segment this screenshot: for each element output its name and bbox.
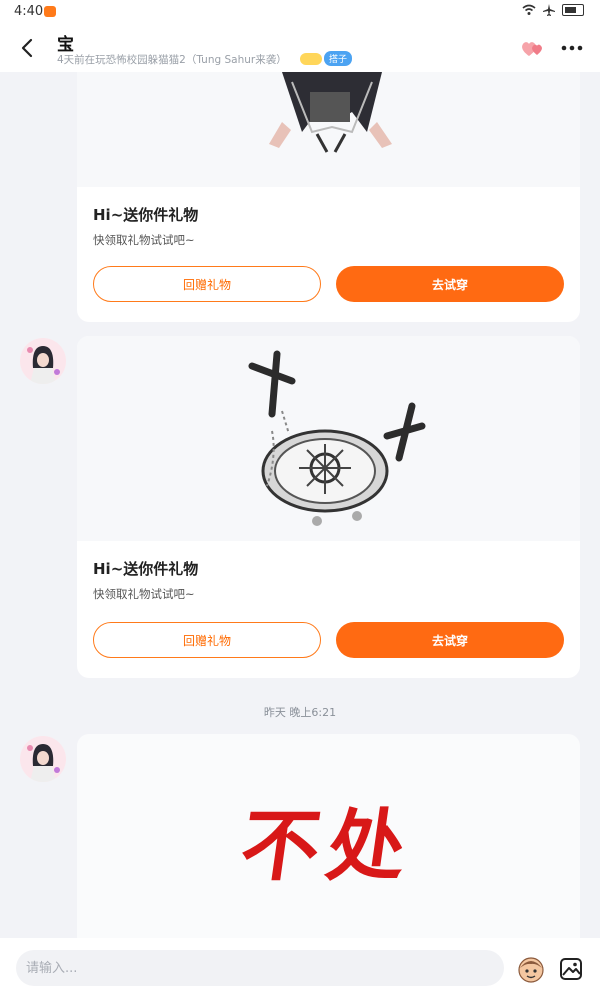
gift-outfit-illustration	[269, 72, 392, 153]
gift-message-card: Hi~送你件礼物 快领取礼物试试吧~ 回赠礼物 去试穿	[77, 336, 580, 678]
battery-icon	[562, 4, 584, 16]
gift-image	[77, 72, 580, 187]
relationship-badge: 搭子	[300, 51, 353, 66]
avatar-image	[20, 338, 66, 384]
app-notification-icon	[44, 6, 56, 17]
more-options-icon[interactable]	[560, 38, 584, 58]
status-time: 4:40	[14, 4, 44, 19]
return-gift-button[interactable]: 回赠礼物	[93, 622, 321, 658]
try-on-button[interactable]: 去试穿	[336, 266, 564, 302]
emoji-face-icon[interactable]	[516, 954, 546, 984]
back-arrow-icon[interactable]	[18, 36, 38, 60]
gift-message-card: Hi~送你件礼物 快领取礼物试试吧~ 回赠礼物 去试穿	[77, 72, 580, 322]
gift-accessory-illustration	[248, 350, 426, 526]
gift-description: 快领取礼物试试吧~	[93, 587, 195, 601]
intimacy-hearts-icon[interactable]	[520, 38, 546, 58]
sender-avatar[interactable]	[20, 736, 66, 782]
sticker-message-card: 不处	[77, 734, 580, 938]
message-input-bar	[0, 938, 600, 1000]
sticker-text: 不处	[235, 801, 420, 892]
gift-title: Hi~送你件礼物	[93, 206, 199, 224]
gift-title: Hi~送你件礼物	[93, 560, 199, 578]
message-input[interactable]	[16, 950, 504, 986]
image-picker-icon[interactable]	[558, 956, 584, 982]
last-played-status: 4天前在玩恐怖校园躲猫猫2（Tung Sahur来袭）	[57, 54, 287, 66]
badge-emoji-icon	[300, 52, 322, 65]
message-list[interactable]: Hi~送你件礼物 快领取礼物试试吧~ 回赠礼物 去试穿 Hi~送你件礼物 快领取…	[0, 72, 600, 938]
status-icons	[522, 4, 584, 16]
wifi-icon	[522, 4, 536, 15]
return-gift-button[interactable]: 回赠礼物	[93, 266, 321, 302]
chat-header: 宝 4天前在玩恐怖校园躲猫猫2（Tung Sahur来袭） 搭子	[0, 24, 600, 72]
gift-image	[77, 336, 580, 541]
message-timestamp: 昨天 晚上6:21	[263, 706, 337, 719]
status-bar: 4:40	[0, 0, 600, 24]
avatar-image	[20, 736, 66, 782]
gift-description: 快领取礼物试试吧~	[93, 233, 195, 247]
airplane-icon	[543, 4, 555, 16]
sender-avatar[interactable]	[20, 338, 66, 384]
relationship-badge-label: 搭子	[324, 51, 353, 66]
try-on-button[interactable]: 去试穿	[336, 622, 564, 658]
